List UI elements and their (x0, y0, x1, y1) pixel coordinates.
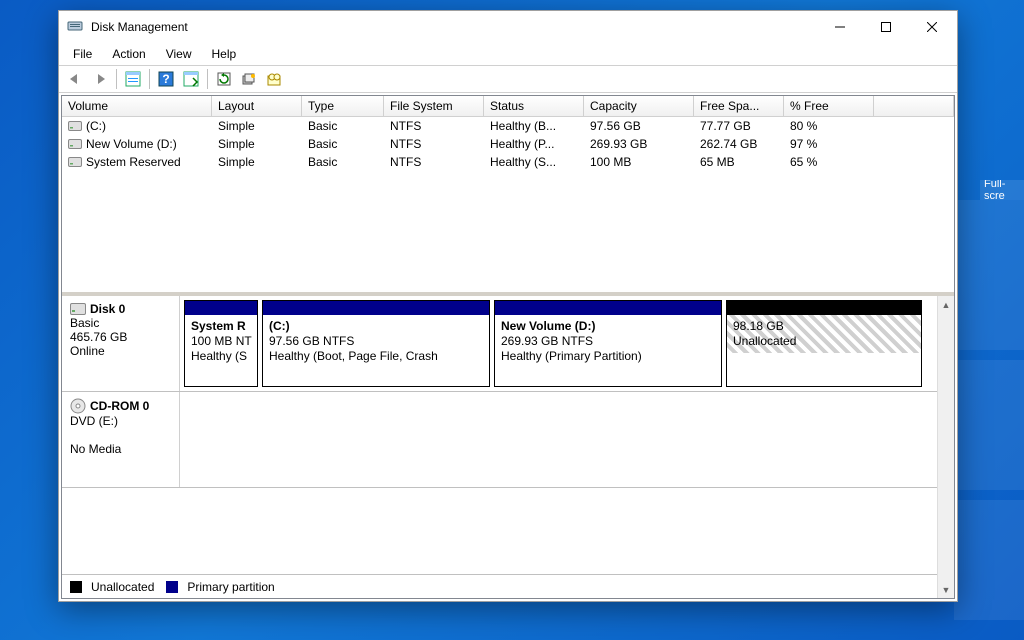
disk-type: Basic (70, 316, 171, 330)
cell-type: Basic (302, 136, 384, 152)
cell-filesystem: NTFS (384, 154, 484, 170)
disk-info[interactable]: CD-ROM 0DVD (E:) No Media (62, 392, 180, 487)
partition-body: 98.18 GBUnallocated (727, 315, 921, 353)
minimize-button[interactable] (817, 12, 863, 42)
disk-type: DVD (E:) (70, 414, 171, 428)
graphical-view: Disk 0Basic465.76 GBOnlineSystem R100 MB… (62, 296, 954, 598)
cell-volume: System Reserved (62, 154, 212, 170)
window-controls (817, 12, 955, 42)
col-free-space[interactable]: Free Spa... (694, 96, 784, 116)
partition-body: New Volume (D:)269.93 GB NTFSHealthy (Pr… (495, 315, 721, 368)
partition-stripe (727, 301, 921, 315)
cell-free: 65 MB (694, 154, 784, 170)
col-capacity[interactable]: Capacity (584, 96, 694, 116)
cell-filesystem: NTFS (384, 136, 484, 152)
cell-layout: Simple (212, 118, 302, 134)
partition-stripe (495, 301, 721, 315)
menu-view[interactable]: View (156, 45, 202, 63)
maximize-button[interactable] (863, 12, 909, 42)
cell-status: Healthy (B... (484, 118, 584, 134)
menubar: File Action View Help (59, 43, 957, 65)
col-type[interactable]: Type (302, 96, 384, 116)
volume-rows: (C:)SimpleBasicNTFSHealthy (B...97.56 GB… (62, 117, 954, 292)
cell-free: 77.77 GB (694, 118, 784, 134)
menu-file[interactable]: File (63, 45, 102, 63)
cell-filesystem: NTFS (384, 118, 484, 134)
cell-layout: Simple (212, 136, 302, 152)
cell-type: Basic (302, 154, 384, 170)
toolbar: ? (59, 65, 957, 93)
col-extra[interactable] (874, 96, 954, 116)
app-icon (67, 19, 83, 35)
disk-partitions (180, 392, 937, 487)
close-button[interactable] (909, 12, 955, 42)
cell-pct: 65 % (784, 154, 874, 170)
volume-row[interactable]: New Volume (D:)SimpleBasicNTFSHealthy (P… (62, 135, 954, 153)
help-button[interactable]: ? (154, 67, 178, 91)
partition[interactable]: New Volume (D:)269.93 GB NTFSHealthy (Pr… (494, 300, 722, 387)
disk-state: Online (70, 344, 171, 358)
volume-row[interactable]: System ReservedSimpleBasicNTFSHealthy (S… (62, 153, 954, 171)
disk-size: 465.76 GB (70, 330, 171, 344)
fullscreen-hint: Full-scre (980, 180, 1024, 200)
disk-management-window: Disk Management File Action View Help ? … (58, 10, 958, 602)
forward-button[interactable] (88, 67, 112, 91)
legend-swatch-primary (166, 581, 178, 593)
partition[interactable]: System R100 MB NTHealthy (S (184, 300, 258, 387)
legend: Unallocated Primary partition (62, 574, 937, 598)
properties-button[interactable] (262, 67, 286, 91)
disk-row: Disk 0Basic465.76 GBOnlineSystem R100 MB… (62, 296, 937, 392)
disk-label: CD-ROM 0 (70, 398, 171, 414)
volume-row[interactable]: (C:)SimpleBasicNTFSHealthy (B...97.56 GB… (62, 117, 954, 135)
cell-capacity: 269.93 GB (584, 136, 694, 152)
menu-help[interactable]: Help (202, 45, 247, 63)
col-layout[interactable]: Layout (212, 96, 302, 116)
partition[interactable]: 98.18 GBUnallocated (726, 300, 922, 387)
volume-list-header: Volume Layout Type File System Status Ca… (62, 96, 954, 117)
partition-body: System R100 MB NTHealthy (S (185, 315, 257, 368)
legend-swatch-unallocated (70, 581, 82, 593)
disk-partitions: System R100 MB NTHealthy (S (C:)97.56 GB… (180, 296, 937, 391)
cell-status: Healthy (P... (484, 136, 584, 152)
titlebar[interactable]: Disk Management (59, 11, 957, 43)
cell-capacity: 97.56 GB (584, 118, 694, 134)
cell-pct: 80 % (784, 118, 874, 134)
cell-capacity: 100 MB (584, 154, 694, 170)
svg-text:?: ? (162, 72, 169, 86)
disk-label: Disk 0 (70, 302, 171, 316)
disk-info[interactable]: Disk 0Basic465.76 GBOnline (62, 296, 180, 391)
col-pct-free[interactable]: % Free (784, 96, 874, 116)
cell-volume: New Volume (D:) (62, 136, 212, 152)
partition-stripe (263, 301, 489, 315)
col-status[interactable]: Status (484, 96, 584, 116)
cell-free: 262.74 GB (694, 136, 784, 152)
menu-action[interactable]: Action (102, 45, 155, 63)
rescan-disks-button[interactable] (237, 67, 261, 91)
col-volume[interactable]: Volume (62, 96, 212, 116)
window-title: Disk Management (91, 20, 817, 34)
back-button[interactable] (63, 67, 87, 91)
cell-layout: Simple (212, 154, 302, 170)
legend-unallocated: Unallocated (91, 580, 154, 594)
vertical-scrollbar[interactable]: ▲ ▼ (937, 296, 954, 598)
disk-row: CD-ROM 0DVD (E:) No Media (62, 392, 937, 488)
scroll-up-icon[interactable]: ▲ (938, 296, 954, 313)
refresh-button[interactable] (212, 67, 236, 91)
scroll-down-icon[interactable]: ▼ (938, 581, 954, 598)
partition[interactable]: (C:)97.56 GB NTFSHealthy (Boot, Page Fil… (262, 300, 490, 387)
show-hide-console-tree-button[interactable] (121, 67, 145, 91)
view-settings-button[interactable] (179, 67, 203, 91)
partition-body: (C:)97.56 GB NTFSHealthy (Boot, Page Fil… (263, 315, 489, 368)
cell-pct: 97 % (784, 136, 874, 152)
partition-stripe (185, 301, 257, 315)
col-filesystem[interactable]: File System (384, 96, 484, 116)
cell-volume: (C:) (62, 118, 212, 134)
content-area: Volume Layout Type File System Status Ca… (61, 95, 955, 599)
cell-type: Basic (302, 118, 384, 134)
cell-status: Healthy (S... (484, 154, 584, 170)
desktop-decoration (954, 200, 1024, 640)
volume-list: Volume Layout Type File System Status Ca… (62, 96, 954, 296)
legend-primary: Primary partition (187, 580, 274, 594)
disk-state: No Media (70, 442, 171, 456)
